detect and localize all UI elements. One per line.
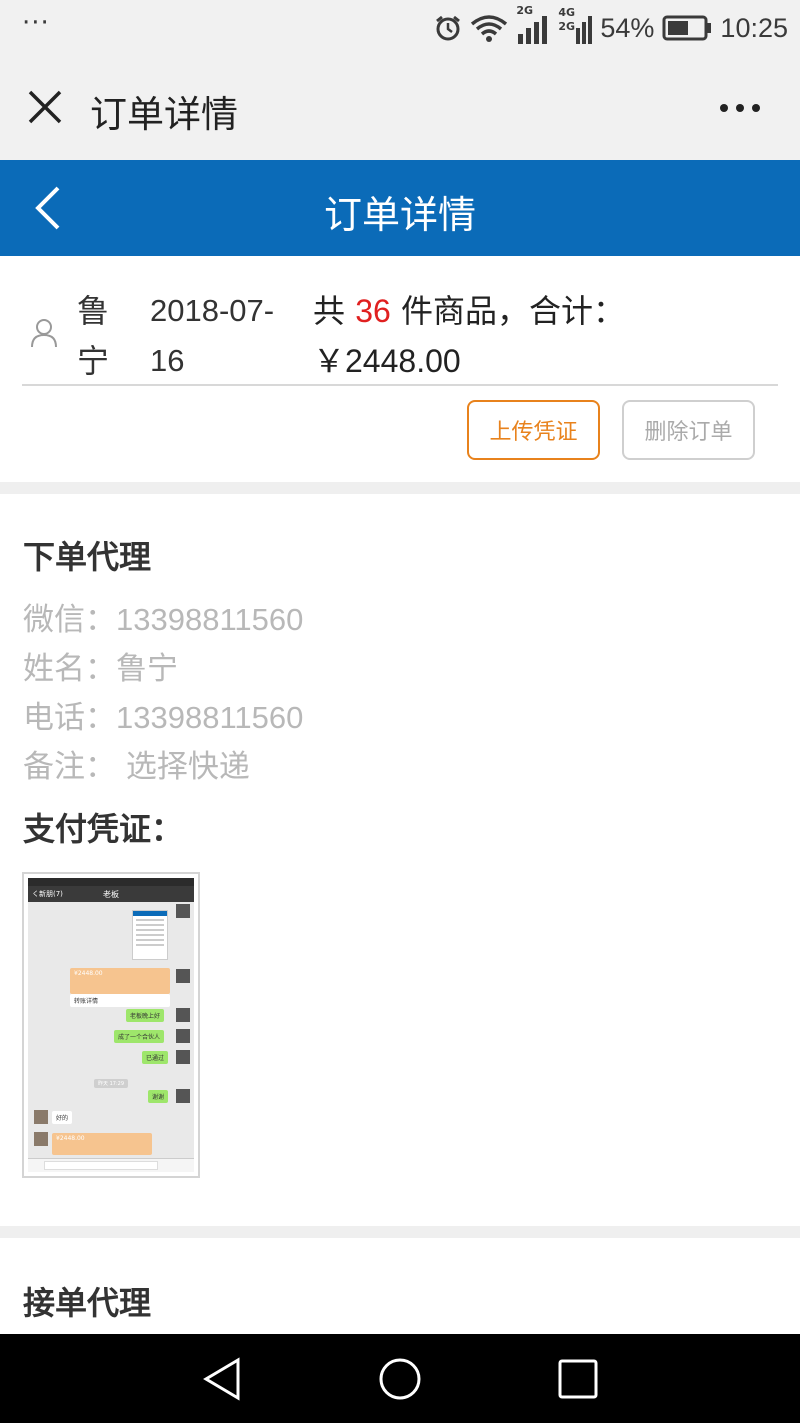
nav-home-icon[interactable] [377,1356,423,1402]
payment-proof-title: 支付凭证： [23,810,184,848]
wechat-row: 微信：13398811560 [23,602,304,638]
phone-row: 电话：13398811560 [23,700,304,736]
notification-dots-icon: ··· [22,8,50,38]
alarm-icon [434,14,462,42]
order-date: 2018-07- 16 [150,293,275,378]
page-header: 订单详情 [0,160,800,256]
network-2g-label-2: 2G [558,20,576,33]
buyer-name: 鲁 宁 [77,292,110,380]
battery-icon [662,15,712,41]
ordering-agent-section: 下单代理 微信：13398811560 姓名：鲁宁 电话：13398811560… [0,494,800,1226]
more-icon[interactable] [720,104,760,112]
section-separator-2 [0,1226,800,1238]
page-title: 订单详情 [323,193,476,237]
network-4g-label: 4G [558,6,576,19]
item-count: 36 [355,293,391,329]
transfer-bubble: ¥2448.00 [70,968,170,994]
payment-receipt-image[interactable]: く新朋(7) 老板 ¥2448.00 转账详情 老板晚上好 成了一个合伙人 已通… [22,872,200,1178]
battery-percent: 54% [600,12,655,43]
clock: 10:25 [720,12,788,43]
order-total: 共 36 件商品，合计： ￥2448.00 [313,286,643,386]
note-row: 备注： 选择快递 [23,749,250,785]
wechat-page-title: 订单详情 [90,93,238,136]
receipt-doc [132,910,168,960]
order-amount: ￥2448.00 [313,343,461,379]
nav-recent-icon[interactable] [555,1356,601,1402]
signal-icon-dual: 4G 2G [558,6,593,44]
section-title-ordering-agent: 下单代理 [23,538,152,576]
signal-icon: 2G [516,4,550,44]
nav-back-icon[interactable] [200,1356,246,1402]
wechat-title-bar: 订单详情 [0,56,800,160]
divider [22,384,778,386]
receiving-agent-section: 接单代理 [0,1238,800,1334]
name-row: 姓名：鲁宁 [23,651,178,687]
close-icon[interactable] [26,88,64,126]
system-nav-bar [0,1334,800,1423]
section-title-receiving-agent: 接单代理 [23,1284,152,1322]
section-separator [0,482,800,494]
wifi-icon [470,14,508,42]
user-icon [30,318,58,348]
receipt-screenshot: く新朋(7) 老板 ¥2448.00 转账详情 老板晚上好 成了一个合伙人 已通… [28,878,194,1172]
network-2g-label: 2G [516,4,534,17]
status-bar: ··· 2G 4G 2G 54% 10:25 [0,0,800,56]
delete-order-button[interactable]: 删除订单 [622,400,755,460]
order-summary: 鲁 宁 2018-07- 16 共 36 件商品，合计： ￥2448.00 上传… [0,256,800,482]
upload-receipt-button[interactable]: 上传凭证 [467,400,600,460]
